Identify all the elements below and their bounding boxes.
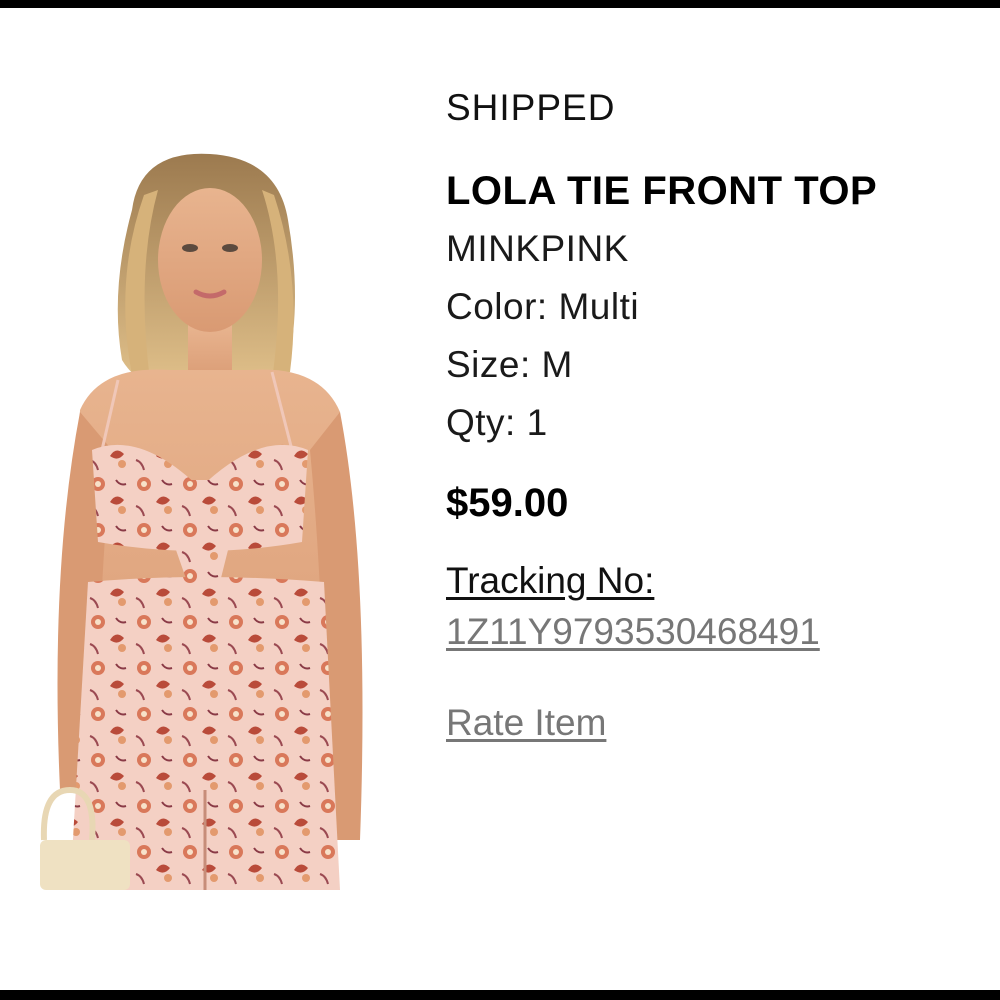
top-divider [0, 0, 1000, 8]
item-details: SHIPPED LOLA TIE FRONT TOP MINKPINK Colo… [446, 84, 966, 746]
item-price: $59.00 [446, 481, 569, 525]
product-photo[interactable] [40, 150, 370, 890]
size-value: Size: M [446, 344, 573, 385]
tracking-number-link[interactable]: 1Z11Y9793530468491 [446, 604, 966, 660]
bottom-divider [0, 990, 1000, 1000]
tracking-label-link[interactable]: Tracking No: [446, 558, 966, 604]
order-item-card: SHIPPED LOLA TIE FRONT TOP MINKPINK Colo… [0, 0, 1000, 1000]
rate-item-link[interactable]: Rate Item [446, 700, 966, 746]
brand-name: MINKPINK [446, 228, 629, 269]
product-name[interactable]: LOLA TIE FRONT TOP [446, 166, 966, 216]
quantity-value: Qty: 1 [446, 402, 548, 443]
shipping-status: SHIPPED [446, 87, 616, 128]
color-value: Color: Multi [446, 286, 640, 327]
